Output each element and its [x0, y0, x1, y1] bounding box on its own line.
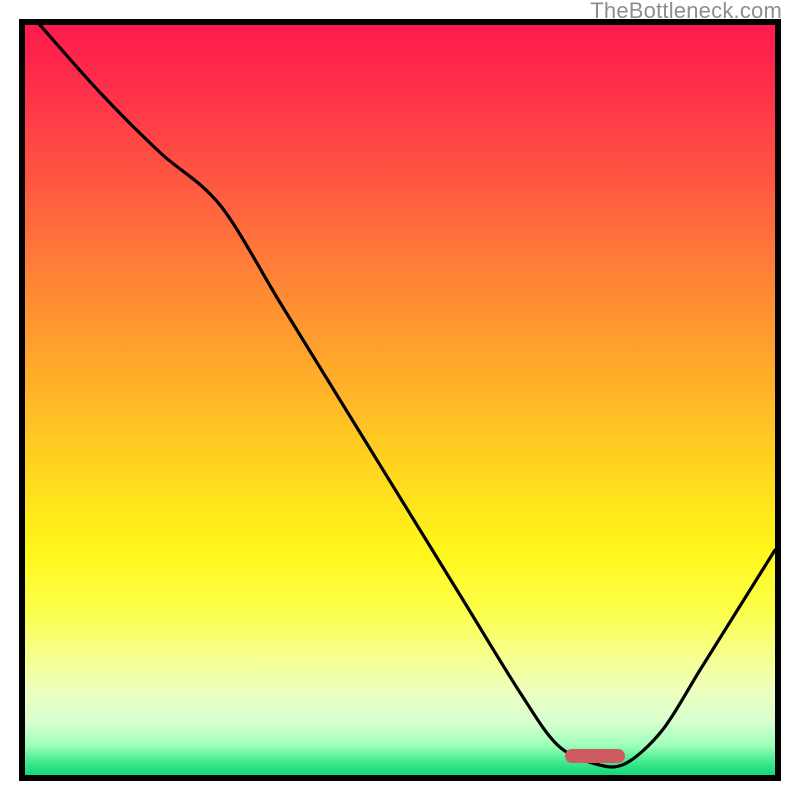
bottleneck-curve — [25, 25, 775, 775]
optimal-range-marker — [565, 749, 625, 763]
chart-frame: TheBottleneck.com — [0, 0, 800, 800]
plot-area — [19, 19, 781, 781]
